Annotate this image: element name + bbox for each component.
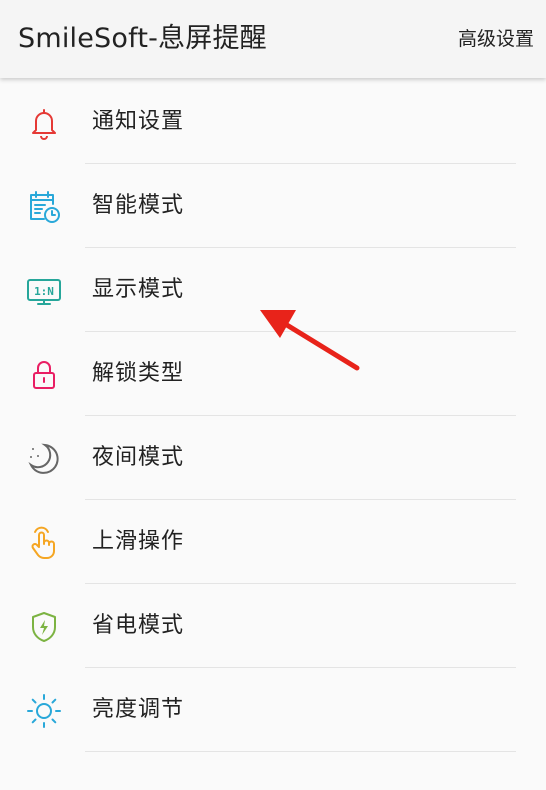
menu-item-label: 解锁类型: [92, 361, 185, 386]
menu-item-label: 上滑操作: [92, 529, 185, 554]
divider: [85, 751, 516, 752]
menu-item-night-mode[interactable]: 夜间模式: [0, 416, 546, 500]
sun-icon: [25, 692, 63, 730]
menu-item-notification-settings[interactable]: 通知设置: [0, 80, 546, 164]
menu-item-swipe-up[interactable]: 上滑操作: [0, 500, 546, 584]
app-title: SmileSoft-息屏提醒: [18, 23, 267, 54]
menu-item-unlock-type[interactable]: 解锁类型: [0, 332, 546, 416]
menu-item-label: 显示模式: [92, 277, 185, 302]
menu-item-display-mode[interactable]: 1:N 显示模式: [0, 248, 546, 332]
menu-item-label: 亮度调节: [92, 697, 185, 722]
calendar-clock-icon: [25, 188, 63, 226]
display-mode-icon: 1:N: [25, 272, 63, 310]
menu-item-smart-mode[interactable]: 智能模式: [0, 164, 546, 248]
menu-item-power-saving[interactable]: 省电模式: [0, 584, 546, 668]
menu-item-label: 省电模式: [92, 613, 185, 638]
svg-text:1:N: 1:N: [34, 285, 54, 298]
menu-item-label: 智能模式: [92, 193, 185, 218]
swipe-hand-icon: [25, 524, 63, 562]
app-bar: SmileSoft-息屏提醒 高级设置: [0, 0, 546, 78]
bell-icon: [25, 104, 63, 142]
menu-item-label: 通知设置: [92, 109, 185, 134]
advanced-settings-button[interactable]: 高级设置: [458, 0, 534, 78]
menu-item-label: 夜间模式: [92, 445, 185, 470]
lock-icon: [25, 356, 63, 394]
menu-item-brightness[interactable]: 亮度调节: [0, 668, 546, 752]
settings-menu: 通知设置 智能模式 1:N 显示模式 解锁类型 夜间模式 上滑操作 省电模式 亮…: [0, 80, 546, 752]
battery-shield-icon: [25, 608, 63, 646]
moon-icon: [25, 440, 63, 478]
